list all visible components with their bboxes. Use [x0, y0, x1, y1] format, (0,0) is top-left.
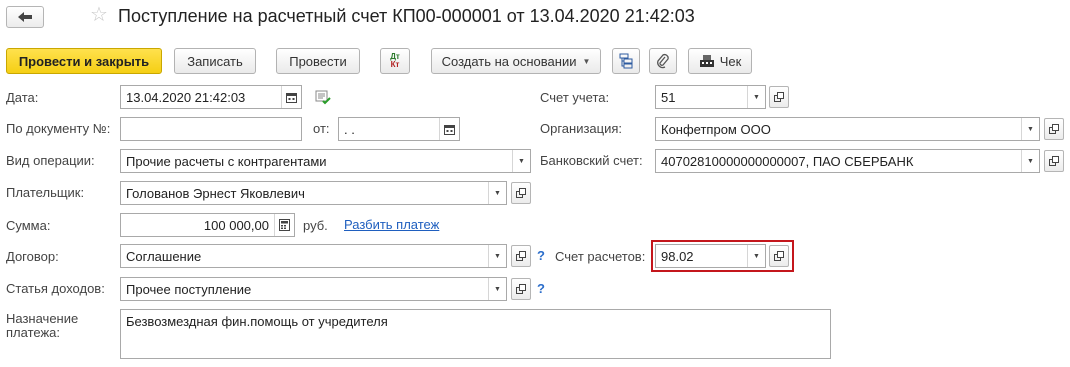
organization-value: Конфетпром ООО [661, 121, 771, 137]
chevron-down-icon[interactable]: ▼ [512, 150, 530, 172]
amount-value: 100 000,00 [203, 217, 269, 233]
back-button[interactable] [6, 6, 44, 28]
chevron-down-icon[interactable]: ▼ [488, 182, 506, 204]
chevron-down-icon[interactable]: ▼ [488, 245, 506, 267]
bank-account-label: Банковский счет: [540, 153, 643, 168]
post-and-close-button[interactable]: Провести и закрыть [6, 48, 162, 74]
date-field[interactable]: 13.04.2020 21:42:03 [120, 85, 302, 109]
account-label: Счет учета: [540, 90, 610, 105]
amount-field[interactable]: 100 000,00 [120, 213, 295, 237]
chevron-down-icon[interactable]: ▼ [747, 86, 765, 108]
chevron-down-icon[interactable]: ▼ [1021, 118, 1039, 140]
open-icon [516, 251, 526, 261]
save-button[interactable]: Записать [174, 48, 256, 74]
operation-value: Прочие расчеты с контрагентами [126, 153, 327, 169]
open-icon [1049, 124, 1059, 134]
receipt-button[interactable]: Чек [688, 48, 752, 74]
operation-select[interactable]: Прочие расчеты с контрагентами ▼ [120, 149, 531, 173]
contract-help-icon[interactable]: ? [537, 248, 545, 263]
open-icon [1049, 156, 1059, 166]
chevron-down-icon: ▼ [582, 56, 591, 66]
post-button[interactable]: Провести [276, 48, 360, 74]
contract-label: Договор: [6, 249, 59, 264]
account-field[interactable]: 51 ▼ [655, 85, 766, 109]
document-check-icon[interactable] [315, 89, 331, 108]
chevron-down-icon[interactable]: ▼ [488, 278, 506, 300]
calculator-icon[interactable] [274, 214, 294, 236]
organization-field[interactable]: Конфетпром ООО ▼ [655, 117, 1040, 141]
purpose-label-line2: платежа: [6, 325, 60, 340]
attach-button[interactable] [649, 48, 677, 74]
open-icon [774, 92, 784, 102]
contract-value: Соглашение [126, 248, 202, 264]
paperclip-icon [657, 53, 669, 69]
payer-value: Голованов Эрнест Яковлевич [126, 185, 305, 201]
payer-field[interactable]: Голованов Эрнест Яковлевич ▼ [120, 181, 507, 205]
create-based-label: Создать на основании [441, 53, 577, 69]
open-income-item-button[interactable] [511, 278, 531, 300]
dt-kt-icon: Дт Кт [390, 53, 400, 69]
page-title: Поступление на расчетный счет КП00-00000… [118, 6, 695, 26]
payment-purpose-textarea[interactable]: Безвозмездная фин.помощь от учредителя [120, 309, 831, 359]
operation-label: Вид операции: [6, 153, 95, 168]
structure-button[interactable] [612, 48, 640, 74]
income-item-field[interactable]: Прочее поступление ▼ [120, 277, 507, 301]
kt-label: Кт [390, 60, 400, 69]
settlement-account-label: Счет расчетов: [555, 249, 646, 264]
contract-field[interactable]: Соглашение ▼ [120, 244, 507, 268]
income-item-label: Статья доходов: [6, 281, 105, 296]
settlement-account-highlight [651, 240, 794, 272]
doc-number-field[interactable] [120, 117, 302, 141]
amount-label: Сумма: [6, 218, 51, 233]
open-organization-button[interactable] [1044, 118, 1064, 140]
cash-register-icon [699, 55, 714, 67]
currency-label: руб. [303, 218, 328, 233]
income-item-help-icon[interactable]: ? [537, 281, 545, 296]
open-payer-button[interactable] [511, 182, 531, 204]
bank-account-field[interactable]: 40702810000000000007, ПАО СБЕРБАНК ▼ [655, 149, 1040, 173]
calendar-icon[interactable] [439, 118, 459, 140]
create-based-on-button[interactable]: Создать на основании ▼ [431, 48, 601, 74]
split-payment-link[interactable]: Разбить платеж [344, 217, 439, 232]
chevron-down-icon[interactable]: ▼ [1021, 150, 1039, 172]
account-value: 51 [661, 89, 676, 105]
hierarchy-icon [619, 53, 633, 69]
date-label: Дата: [6, 90, 39, 105]
open-contract-button[interactable] [511, 245, 531, 267]
dt-kt-button[interactable]: Дт Кт [380, 48, 410, 74]
date-value: 13.04.2020 21:42:03 [126, 89, 246, 105]
payer-label: Плательщик: [6, 185, 85, 200]
doc-number-label: По документу №: [6, 121, 111, 136]
receipt-label: Чек [719, 53, 742, 69]
arrow-left-icon [18, 12, 32, 22]
favorite-star-icon[interactable]: ☆ [90, 4, 108, 26]
from-date-field[interactable]: . . [338, 117, 460, 141]
open-bank-account-button[interactable] [1044, 150, 1064, 172]
from-label: от: [313, 121, 330, 136]
bank-account-value: 40702810000000000007, ПАО СБЕРБАНК [661, 153, 914, 169]
from-date-value: . . [344, 121, 355, 137]
open-icon [516, 284, 526, 294]
organization-label: Организация: [540, 121, 623, 136]
open-account-button[interactable] [769, 86, 789, 108]
open-icon [516, 188, 526, 198]
income-item-value: Прочее поступление [126, 281, 252, 297]
calendar-icon[interactable] [281, 86, 301, 108]
